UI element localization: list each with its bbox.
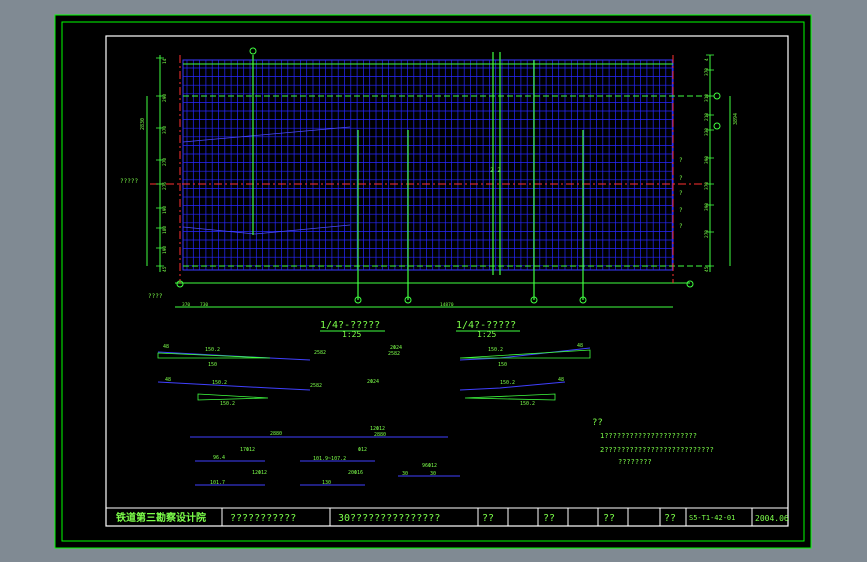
right-qmark: ? bbox=[679, 190, 683, 197]
dim: 96.4 bbox=[213, 455, 225, 461]
dim: 150 bbox=[208, 362, 217, 368]
right-dim-value: 210 bbox=[704, 113, 710, 121]
title-cell-1: ?? bbox=[482, 513, 494, 524]
title-cell-2: ?? bbox=[543, 513, 555, 524]
left-dim-value: 45 bbox=[162, 266, 168, 272]
left-dim-value: 180 bbox=[162, 226, 168, 234]
right-dim-value: 4 bbox=[704, 58, 710, 61]
dim: 48 bbox=[577, 343, 583, 349]
dim: 17Ф12 bbox=[240, 447, 255, 453]
right-qmark: ? bbox=[679, 207, 683, 214]
dim: 48 bbox=[558, 377, 564, 383]
dim: 150.2 bbox=[520, 401, 535, 407]
dim: 48 bbox=[163, 344, 169, 350]
dim: 2880 bbox=[270, 431, 282, 437]
notes-line-3: ???????? bbox=[618, 458, 652, 466]
project-name: ??????????? bbox=[230, 513, 296, 524]
view-scale-left: 1:25 bbox=[342, 330, 361, 339]
dim: 150.2 bbox=[205, 347, 220, 353]
left-dim-value: 190 bbox=[162, 246, 168, 254]
drawing-date: 2004.06 bbox=[755, 514, 789, 523]
dim: Ф12 bbox=[358, 447, 367, 453]
dim: 96Ф12 bbox=[422, 463, 437, 469]
notes-line-2: 2?????????????????????????? bbox=[600, 446, 714, 454]
right-dim-value: 310 bbox=[704, 94, 710, 102]
dim: 30 bbox=[430, 471, 436, 477]
left-dim-value: 270 bbox=[162, 158, 168, 166]
right-dim-value: 390 bbox=[704, 156, 710, 164]
dim: 2880 bbox=[374, 432, 386, 438]
right-dim-value: 330 bbox=[704, 128, 710, 136]
dim: 12Ф12 bbox=[252, 470, 267, 476]
bottom-dim-2: 730 bbox=[200, 302, 208, 308]
company-name: 铁道第三勘察设计院 bbox=[116, 511, 206, 524]
left-dim-value: 276 bbox=[162, 182, 168, 190]
dim: 2Ф24 bbox=[367, 379, 379, 385]
dim: 101.9~107.2 bbox=[313, 456, 346, 462]
drawing-title: 30??????????????? bbox=[338, 513, 440, 524]
reinforcement-plan: 2 2 bbox=[150, 47, 721, 304]
dim: 101.7 bbox=[210, 480, 225, 486]
axis-label-bottom-left: ???? bbox=[148, 293, 163, 300]
dim: 2582 bbox=[310, 383, 322, 389]
right-dim-value: 370 bbox=[704, 68, 710, 76]
dim: 150 bbox=[498, 362, 507, 368]
dim: 20Ф16 bbox=[348, 470, 363, 476]
dim: 150.2 bbox=[488, 347, 503, 353]
title-cell-4: ?? bbox=[664, 513, 676, 524]
center-mark: 2 2 bbox=[490, 167, 501, 174]
right-qmark: ? bbox=[679, 175, 683, 182]
right-dim-value: 45 bbox=[704, 266, 710, 272]
dim: 2582 bbox=[388, 351, 400, 357]
title-cell-3: ?? bbox=[603, 513, 615, 524]
left-dim-value: 190 bbox=[162, 206, 168, 214]
left-total-dim: 2830 bbox=[140, 118, 146, 130]
dim: 48 bbox=[165, 377, 171, 383]
notes-heading: ?? bbox=[592, 418, 603, 428]
left-dim-value: 14 bbox=[162, 58, 168, 64]
view-scale-right: 1:25 bbox=[477, 330, 496, 339]
cad-viewport[interactable]: 2 2 2830 14 290 370 270 276 190 180 190 45 ?????… bbox=[0, 0, 867, 562]
dim: 130 bbox=[322, 480, 331, 486]
dim: 2582 bbox=[314, 350, 326, 356]
right-qmark: ? bbox=[679, 223, 683, 230]
bottom-dim-1: 370 bbox=[182, 302, 190, 308]
right-dim-value: 390 bbox=[704, 203, 710, 211]
drawing-number: S5-T1-42-01 bbox=[689, 514, 735, 522]
right-qmark: ? bbox=[679, 157, 683, 164]
left-dim-value: 370 bbox=[162, 126, 168, 134]
dim: 150.2 bbox=[212, 380, 227, 386]
dim: 30 bbox=[402, 471, 408, 477]
notes-line-1: 1?????????????????????? bbox=[600, 432, 697, 440]
left-dim-value: 290 bbox=[162, 94, 168, 102]
dim: 150.2 bbox=[220, 401, 235, 407]
dim: 150.2 bbox=[500, 380, 515, 386]
axis-label-left: ????? bbox=[120, 178, 138, 185]
bottom-dim-3: 14870 bbox=[440, 302, 454, 308]
right-total-dim: 3894 bbox=[733, 113, 739, 125]
right-dim-value: 370 bbox=[704, 182, 710, 190]
right-dim-value: 270 bbox=[704, 230, 710, 238]
